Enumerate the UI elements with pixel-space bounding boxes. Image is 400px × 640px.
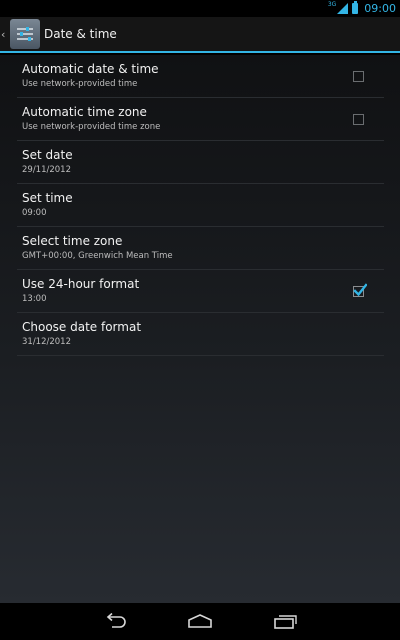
battery-icon [352, 1, 359, 14]
settings-sliders-icon [10, 19, 40, 49]
home-icon[interactable] [187, 613, 213, 629]
clock: 09:00 [364, 2, 396, 15]
setting-title: Automatic date & time [22, 62, 159, 76]
action-bar: ‹ Date & time [0, 17, 400, 53]
network-type-label: 3G [327, 1, 337, 8]
setting-use-24-hour-format[interactable]: Use 24-hour format 13:00 [17, 270, 384, 313]
navigation-bar [0, 603, 400, 640]
page-title: Date & time [44, 27, 117, 41]
setting-summary: Use network-provided time zone [22, 122, 161, 132]
setting-title: Use 24-hour format [22, 277, 140, 291]
automatic-time-zone-checkbox[interactable] [353, 114, 364, 125]
setting-set-time[interactable]: Set time 09:00 [17, 184, 384, 227]
setting-title: Choose date format [22, 320, 142, 334]
setting-summary: 09:00 [22, 208, 47, 218]
up-button[interactable]: ‹ [0, 19, 40, 49]
setting-title: Set date [22, 148, 73, 162]
up-caret-icon: ‹ [1, 27, 6, 41]
setting-set-date[interactable]: Set date 29/11/2012 [17, 141, 384, 184]
setting-summary: 31/12/2012 [22, 337, 71, 347]
setting-title: Select time zone [22, 234, 123, 248]
setting-automatic-time-zone[interactable]: Automatic time zone Use network-provided… [17, 98, 384, 141]
use-24-hour-format-checkbox[interactable] [353, 283, 367, 297]
setting-summary: GMT+00:00, Greenwich Mean Time [22, 251, 173, 261]
status-bar: 3G 09:00 [0, 0, 400, 17]
automatic-date-time-checkbox[interactable] [353, 71, 364, 82]
setting-title: Automatic time zone [22, 105, 147, 119]
settings-list: Automatic date & time Use network-provid… [17, 55, 384, 356]
recent-apps-icon[interactable] [273, 613, 299, 629]
setting-select-time-zone[interactable]: Select time zone GMT+00:00, Greenwich Me… [17, 227, 384, 270]
back-icon[interactable] [104, 613, 128, 629]
setting-summary: 13:00 [22, 294, 47, 304]
setting-choose-date-format[interactable]: Choose date format 31/12/2012 [17, 313, 384, 356]
signal-icon [337, 3, 349, 14]
check-mark-icon [353, 283, 367, 297]
setting-summary: Use network-provided time [22, 79, 138, 89]
setting-title: Set time [22, 191, 73, 205]
setting-automatic-date-time[interactable]: Automatic date & time Use network-provid… [17, 55, 384, 98]
setting-summary: 29/11/2012 [22, 165, 71, 175]
settings-content: Automatic date & time Use network-provid… [0, 55, 400, 603]
